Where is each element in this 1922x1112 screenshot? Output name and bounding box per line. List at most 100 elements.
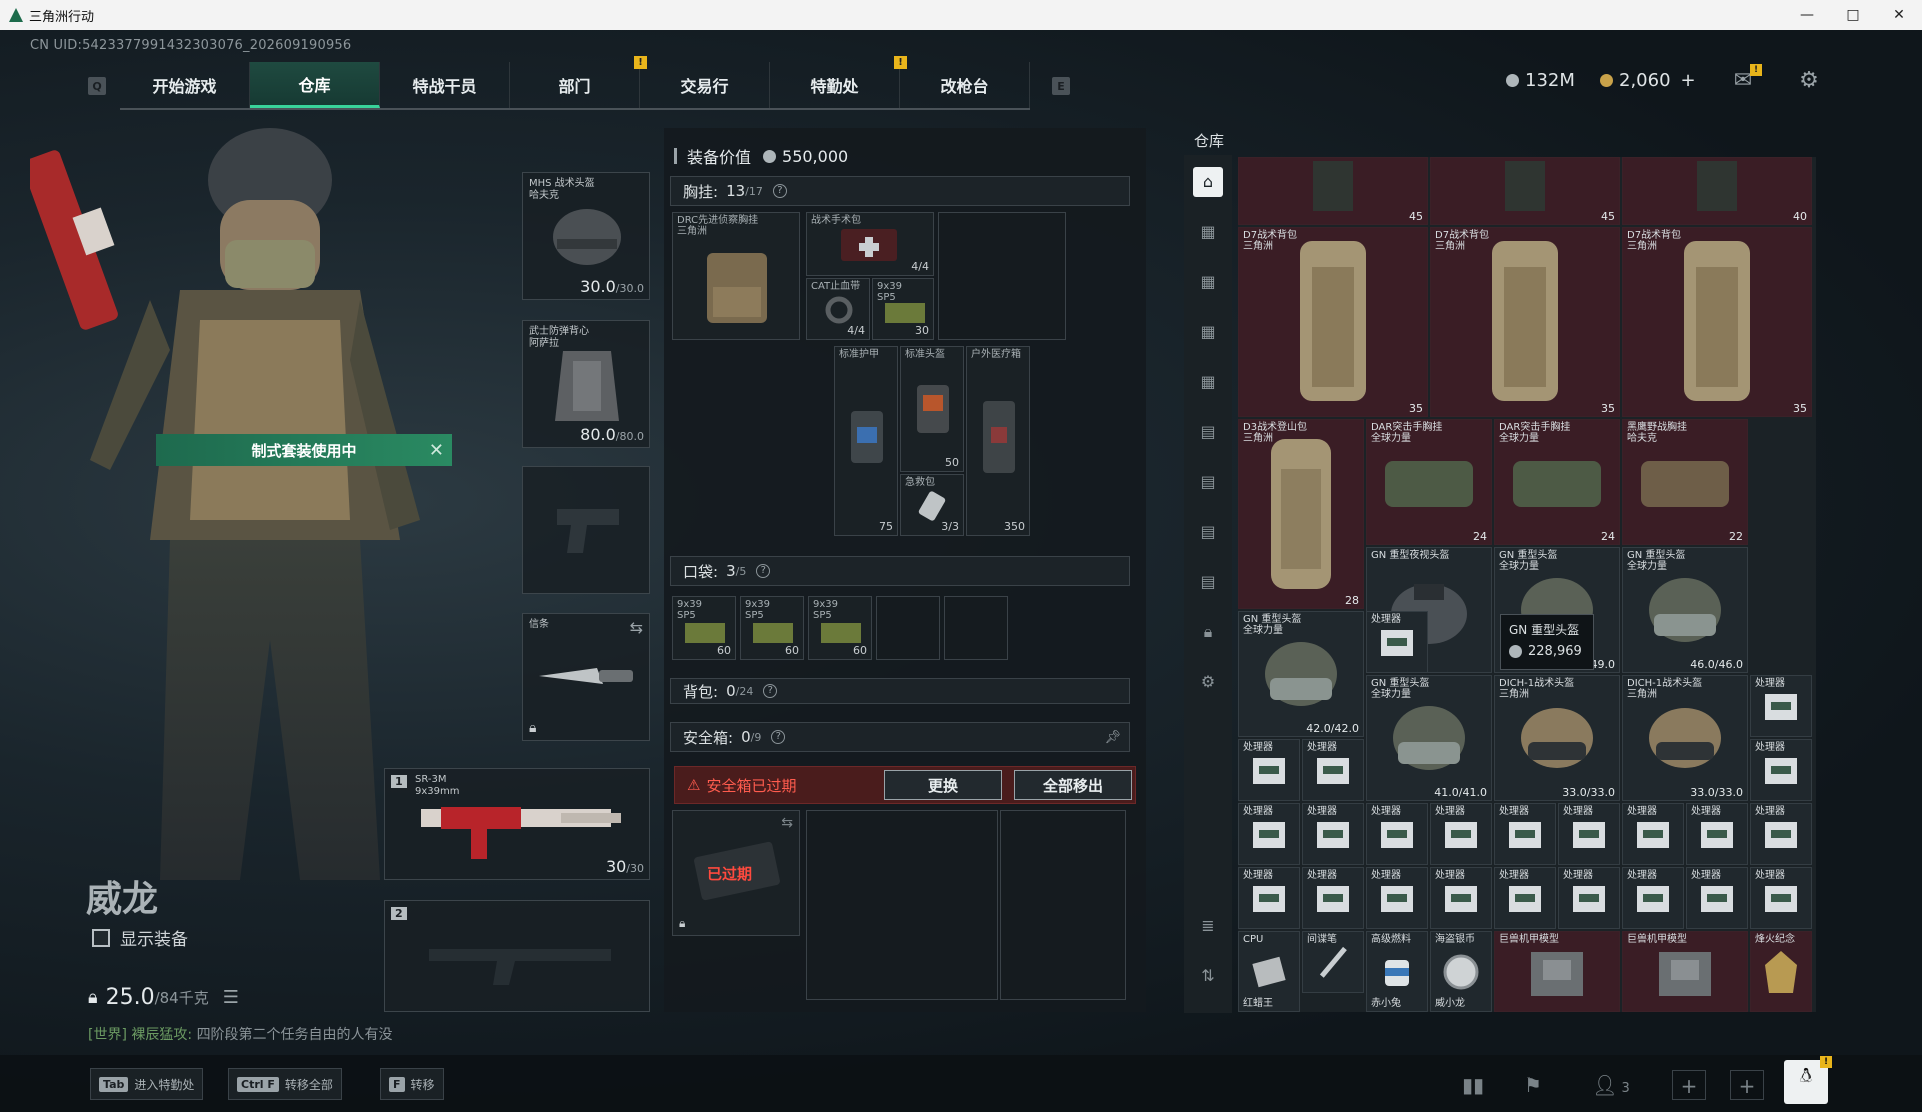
stash-item-fuel[interactable]: 高级燃料 赤小兔 [1366, 931, 1428, 1012]
stash-item-d7-backpack[interactable]: D7战术背包 三角洲 35 [1430, 227, 1620, 417]
pocket-slot-item[interactable]: 9x39 SP5 60 [808, 596, 872, 660]
hotkey-enter-special[interactable]: Tab 进入特勤处 [90, 1068, 204, 1100]
stash-tab-2-icon[interactable]: ▦ [1193, 267, 1223, 297]
stash-item-processor[interactable]: 处理器 [1366, 803, 1428, 865]
stash-tab-all-icon[interactable]: ⌂ [1193, 167, 1223, 197]
help-icon[interactable]: ? [772, 184, 787, 198]
chest-slot-empty[interactable] [938, 212, 1066, 340]
pocket-slot-item[interactable]: 9x39 SP5 60 [740, 596, 804, 660]
stash-item-backpack[interactable]: 45 [1238, 157, 1428, 225]
stash-item-backpack[interactable]: 45 [1430, 157, 1620, 225]
list-icon[interactable]: ☰ [223, 987, 239, 1008]
help-icon[interactable]: ? [763, 684, 778, 698]
flag-icon[interactable]: ⚑ [1516, 1070, 1550, 1100]
stash-item-processor[interactable]: 处理器 [1622, 867, 1684, 929]
stash-item-gn-helmet[interactable]: GN 重型头盔 全球力量 41.0/41.0 [1366, 675, 1492, 801]
tab-start-game[interactable]: 开始游戏 [120, 62, 250, 108]
stash-item-processor[interactable]: 处理器 [1558, 803, 1620, 865]
stash-item-gn-helmet[interactable]: GN 重型头盔 全球力量 42.0/42.0 [1238, 611, 1364, 737]
stash-item-processor[interactable]: 处理器 [1430, 867, 1492, 929]
settings-gear-icon[interactable]: ⚙ [1193, 667, 1223, 697]
stash-item-processor[interactable]: 处理器 [1750, 803, 1812, 865]
stash-item-processor[interactable]: 处理器 [1750, 739, 1812, 801]
swap-icon[interactable]: ⇆ [630, 618, 643, 637]
lock-icon[interactable]: 🔒︎ [1193, 617, 1223, 647]
stash-tab-1-icon[interactable]: ▦ [1193, 217, 1223, 247]
stash-item-beacon-souvenir[interactable]: 烽火纪念 [1750, 931, 1812, 1012]
stash-item-cpu[interactable]: CPU 红蜡王 [1238, 931, 1300, 1012]
chest-rig-item[interactable]: DRC先进侦察胸挂 三角洲 [672, 212, 800, 340]
stash-item-dich-helmet[interactable]: DICH-1战术头盔 三角洲 33.0/33.0 [1622, 675, 1748, 801]
stash-item-chest-rig[interactable]: DAR突击手胸挂 全球力量 24 [1366, 419, 1492, 545]
minimize-button[interactable]: — [1784, 7, 1830, 23]
stash-item-processor[interactable]: 处理器 [1686, 803, 1748, 865]
show-equipment-toggle[interactable]: 显示装备 [92, 925, 188, 950]
hotkey-transfer[interactable]: F 转移 [380, 1068, 444, 1100]
nav-prev-key[interactable]: Q [88, 77, 106, 95]
stats-icon[interactable]: ▮▮ [1456, 1070, 1490, 1100]
stash-item-dich-helmet[interactable]: DICH-1战术头盔 三角洲 33.0/33.0 [1494, 675, 1620, 801]
stash-item-processor[interactable]: 处理器 [1302, 867, 1364, 929]
stash-item-backpack[interactable]: 40 [1622, 157, 1812, 225]
stash-item-processor[interactable]: 处理器 [1302, 739, 1364, 801]
stash-item-processor[interactable]: 处理器 [1558, 867, 1620, 929]
chest-slot-item[interactable]: 急救包 3/3 [900, 474, 964, 536]
pin-icon[interactable]: 📌︎ [1104, 730, 1121, 745]
tab-gunsmith[interactable]: 改枪台 [900, 62, 1030, 108]
pocket-slot-empty[interactable] [876, 596, 940, 660]
tab-warehouse[interactable]: 仓库 [250, 62, 380, 108]
pocket-slot-empty[interactable] [944, 596, 1008, 660]
pistol-slot-empty[interactable] [522, 466, 650, 594]
chat-line[interactable]: [世界] 裸辰猛攻: 四阶段第二个任务自由的人有没 [88, 1024, 393, 1044]
stash-item-chest-rig[interactable]: 黑鹰野战胸挂 哈夫克 22 [1622, 419, 1748, 545]
primary-weapon-slot[interactable]: 1 SR-3M 9x39mm 30/30 [384, 768, 650, 880]
maximize-button[interactable]: □ [1830, 7, 1876, 23]
nav-next-key[interactable]: E [1052, 77, 1070, 95]
settings-gear-icon[interactable]: ⚙ [1796, 70, 1822, 92]
stash-item-chest-rig[interactable]: DAR突击手胸挂 全球力量 24 [1494, 419, 1620, 545]
friends-icon[interactable]: 👤︎ 3 [1586, 1070, 1636, 1100]
stash-item-processor[interactable]: 处理器 [1686, 867, 1748, 929]
safebox-slot-empty[interactable] [1000, 810, 1126, 1000]
stash-item-mech-model[interactable]: 巨兽机甲模型 [1622, 931, 1748, 1012]
chest-slot-item[interactable]: CAT止血带 4/4 [806, 278, 870, 340]
chest-slot-item[interactable]: 标准护甲 75 [834, 346, 898, 536]
stash-item-processor[interactable]: 处理器 [1430, 803, 1492, 865]
tab-trading[interactable]: 交易行 [640, 62, 770, 108]
tab-operators[interactable]: 特战干员 [380, 62, 510, 108]
help-icon[interactable]: ? [756, 564, 771, 578]
mail-icon[interactable]: ✉! [1730, 64, 1762, 92]
chest-slot-item[interactable]: 标准头盔 50 [900, 346, 964, 472]
tab-special-service[interactable]: 特勤处! [770, 56, 907, 108]
checkbox[interactable] [92, 928, 110, 947]
stash-item-mech-model[interactable]: 巨兽机甲模型 [1494, 931, 1620, 1012]
stash-item-processor[interactable]: 处理器 [1238, 803, 1300, 865]
sort-icon[interactable]: ⇅ [1193, 961, 1223, 991]
stash-item-gn-helmet[interactable]: GN 重型头盔 全球力量 46.0/46.0 [1622, 547, 1748, 673]
stash-item-d7-backpack[interactable]: D7战术背包 三角洲 35 [1622, 227, 1812, 417]
stash-item-processor[interactable]: 处理器 [1494, 867, 1556, 929]
stash-tab-8-icon[interactable]: ▤ [1193, 567, 1223, 597]
stash-tab-4-icon[interactable]: ▦ [1193, 367, 1223, 397]
stash-tab-6-icon[interactable]: ▤ [1193, 467, 1223, 497]
stash-tab-7-icon[interactable]: ▤ [1193, 517, 1223, 547]
stash-item-d3-backpack[interactable]: D3战术登山包 三角洲 28 [1238, 419, 1364, 609]
stash-item-processor[interactable]: 处理器 [1302, 803, 1364, 865]
hotkey-transfer-all[interactable]: Ctrl F 转移全部 [228, 1068, 342, 1100]
close-button[interactable]: ✕ [1876, 7, 1922, 23]
add-party-slot-button[interactable]: + [1730, 1070, 1764, 1100]
pocket-slot-item[interactable]: 9x39 SP5 60 [672, 596, 736, 660]
safebox-slot-empty[interactable] [806, 810, 998, 1000]
stash-item-processor[interactable]: 处理器 [1750, 675, 1812, 737]
armor-slot[interactable]: 武士防弹背心 阿萨拉 80.0/80.0 [522, 320, 650, 448]
secondary-weapon-slot[interactable]: 2 [384, 900, 650, 1012]
help-icon[interactable]: ? [771, 730, 786, 744]
stash-item-processor[interactable]: 处理器 [1366, 611, 1428, 673]
stash-tab-5-icon[interactable]: ▤ [1193, 417, 1223, 447]
chest-slot-item[interactable]: 户外医疗箱 350 [966, 346, 1030, 536]
chest-slot-item[interactable]: 战术手术包 4/4 [806, 212, 934, 276]
stash-item-processor[interactable]: 处理器 [1366, 867, 1428, 929]
stash-item-processor[interactable]: 处理器 [1494, 803, 1556, 865]
stash-item-d7-backpack[interactable]: D7战术背包 三角洲 35 [1238, 227, 1428, 417]
stash-item-pirate-coin[interactable]: 海盗银币 威小龙 [1430, 931, 1492, 1012]
